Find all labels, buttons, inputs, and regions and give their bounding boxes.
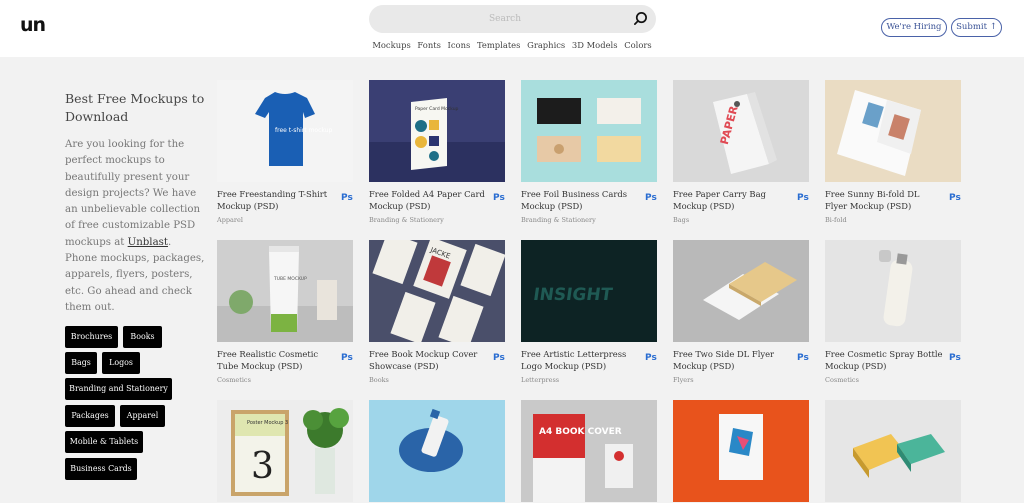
- tag-branding-stationery[interactable]: Branding and Stationery: [65, 378, 172, 400]
- card-thumbnail[interactable]: [825, 400, 961, 502]
- nav-graphics[interactable]: Graphics: [527, 40, 565, 50]
- photoshop-badge: Ps: [797, 193, 809, 203]
- card-thumbnail[interactable]: [673, 240, 809, 342]
- tag-brochures[interactable]: Brochures: [65, 326, 118, 348]
- nav-3d-models[interactable]: 3D Models: [572, 40, 618, 50]
- thumb-label: Poster Mockup 3: [247, 420, 288, 426]
- photoshop-badge: Ps: [949, 193, 961, 203]
- card-thumbnail[interactable]: [825, 80, 961, 182]
- hiring-button[interactable]: We're Hiring: [881, 18, 947, 37]
- card-title[interactable]: Free Artistic Letterpress Logo Mockup (P…: [521, 348, 639, 372]
- tag-packages[interactable]: Packages: [65, 405, 115, 427]
- card-thumbnail[interactable]: Poster Mockup 3 3: [217, 400, 353, 502]
- card-category[interactable]: Letterpress: [521, 376, 559, 384]
- tag-bags[interactable]: Bags: [65, 352, 97, 374]
- tag-apparel[interactable]: Apparel: [120, 405, 165, 427]
- card-category[interactable]: Branding & Stationery: [369, 216, 444, 224]
- tag-mobile-tablets[interactable]: Mobile & Tablets: [65, 431, 143, 453]
- card-title[interactable]: Free Freestanding T-Shirt Mockup (PSD): [217, 188, 335, 212]
- card-category[interactable]: Cosmetics: [217, 376, 251, 384]
- sidebar: Best Free Mockups to Download Are you lo…: [65, 90, 205, 316]
- card-thumbnail[interactable]: INSIGHT: [521, 240, 657, 342]
- card-title[interactable]: Free Realistic Cosmetic Tube Mockup (PSD…: [217, 348, 335, 372]
- page-title: Best Free Mockups to Download: [65, 91, 205, 124]
- card-category[interactable]: Branding & Stationery: [521, 216, 596, 224]
- svg-text:3: 3: [251, 446, 274, 487]
- thumb-label: Paper Card Mockup: [415, 106, 459, 112]
- card-thumbnail[interactable]: [521, 80, 657, 182]
- search-input[interactable]: [385, 5, 625, 33]
- submit-button[interactable]: Submit ↑: [951, 18, 1002, 37]
- photoshop-badge: Ps: [341, 353, 353, 363]
- category-nav: Mockups Fonts Icons Templates Graphics 3…: [0, 40, 1024, 50]
- top-header: un Mockups Fonts Icons Templates Graphic…: [0, 0, 1024, 57]
- description-text: Are you looking for the perfect mockups …: [65, 139, 201, 248]
- search-icon[interactable]: [633, 11, 648, 26]
- search-bar[interactable]: [369, 5, 656, 33]
- photoshop-badge: Ps: [493, 353, 505, 363]
- nav-mockups[interactable]: Mockups: [372, 40, 410, 50]
- photoshop-badge: Ps: [949, 353, 961, 363]
- card-title[interactable]: Free Folded A4 Paper Card Mockup (PSD): [369, 188, 487, 212]
- card-title[interactable]: Free Foil Business Cards Mockup (PSD): [521, 188, 639, 212]
- card-category[interactable]: Flyers: [673, 376, 694, 384]
- tag-books[interactable]: Books: [123, 326, 162, 348]
- card-thumbnail[interactable]: [673, 400, 809, 502]
- nav-icons[interactable]: Icons: [448, 40, 471, 50]
- thumb-label: A4 BOOK COVER: [539, 427, 622, 437]
- card-category[interactable]: Bi-fold: [825, 216, 847, 224]
- card-category[interactable]: Bags: [673, 216, 689, 224]
- photoshop-badge: Ps: [341, 193, 353, 203]
- card-thumbnail[interactable]: A4 BOOK COVER: [521, 400, 657, 502]
- photoshop-badge: Ps: [645, 193, 657, 203]
- card-thumbnail[interactable]: Paper Card Mockup: [369, 80, 505, 182]
- thumb-label: INSIGHT: [532, 285, 614, 305]
- photoshop-badge: Ps: [645, 353, 657, 363]
- card-title[interactable]: Free Book Mockup Cover Showcase (PSD): [369, 348, 487, 372]
- card-thumbnail[interactable]: TUBE MOCKUP: [217, 240, 353, 342]
- card-thumbnail[interactable]: free t-shirt mockup: [217, 80, 353, 182]
- thumb-label: free t-shirt mockup: [275, 127, 332, 134]
- card-category[interactable]: Books: [369, 376, 389, 384]
- unblast-logo[interactable]: un: [20, 14, 46, 36]
- card-category[interactable]: Cosmetics: [825, 376, 859, 384]
- thumb-label: TUBE MOCKUP: [273, 276, 307, 282]
- tag-logos[interactable]: Logos: [102, 352, 140, 374]
- card-thumbnail[interactable]: JACKE: [369, 240, 505, 342]
- card-title[interactable]: Free Paper Carry Bag Mockup (PSD): [673, 188, 791, 212]
- photoshop-badge: Ps: [797, 353, 809, 363]
- nav-templates[interactable]: Templates: [477, 40, 521, 50]
- card-title[interactable]: Free Cosmetic Spray Bottle Mockup (PSD): [825, 348, 943, 372]
- card-thumbnail[interactable]: [825, 240, 961, 342]
- card-title[interactable]: Free Two Side DL Flyer Mockup (PSD): [673, 348, 791, 372]
- tag-business-cards[interactable]: Business Cards: [65, 458, 137, 480]
- description-text-end: . Phone mockups, packages, apparels, fly…: [65, 236, 205, 313]
- photoshop-badge: Ps: [493, 193, 505, 203]
- card-thumbnail[interactable]: [369, 400, 505, 502]
- card-title[interactable]: Free Sunny Bi-fold DL Flyer Mockup (PSD): [825, 188, 943, 212]
- unblast-link[interactable]: Unblast: [128, 237, 168, 248]
- card-category[interactable]: Apparel: [217, 216, 243, 224]
- nav-colors[interactable]: Colors: [624, 40, 651, 50]
- page-description: Are you looking for the perfect mockups …: [65, 137, 205, 316]
- nav-fonts[interactable]: Fonts: [417, 40, 440, 50]
- card-thumbnail[interactable]: PAPER: [673, 80, 809, 182]
